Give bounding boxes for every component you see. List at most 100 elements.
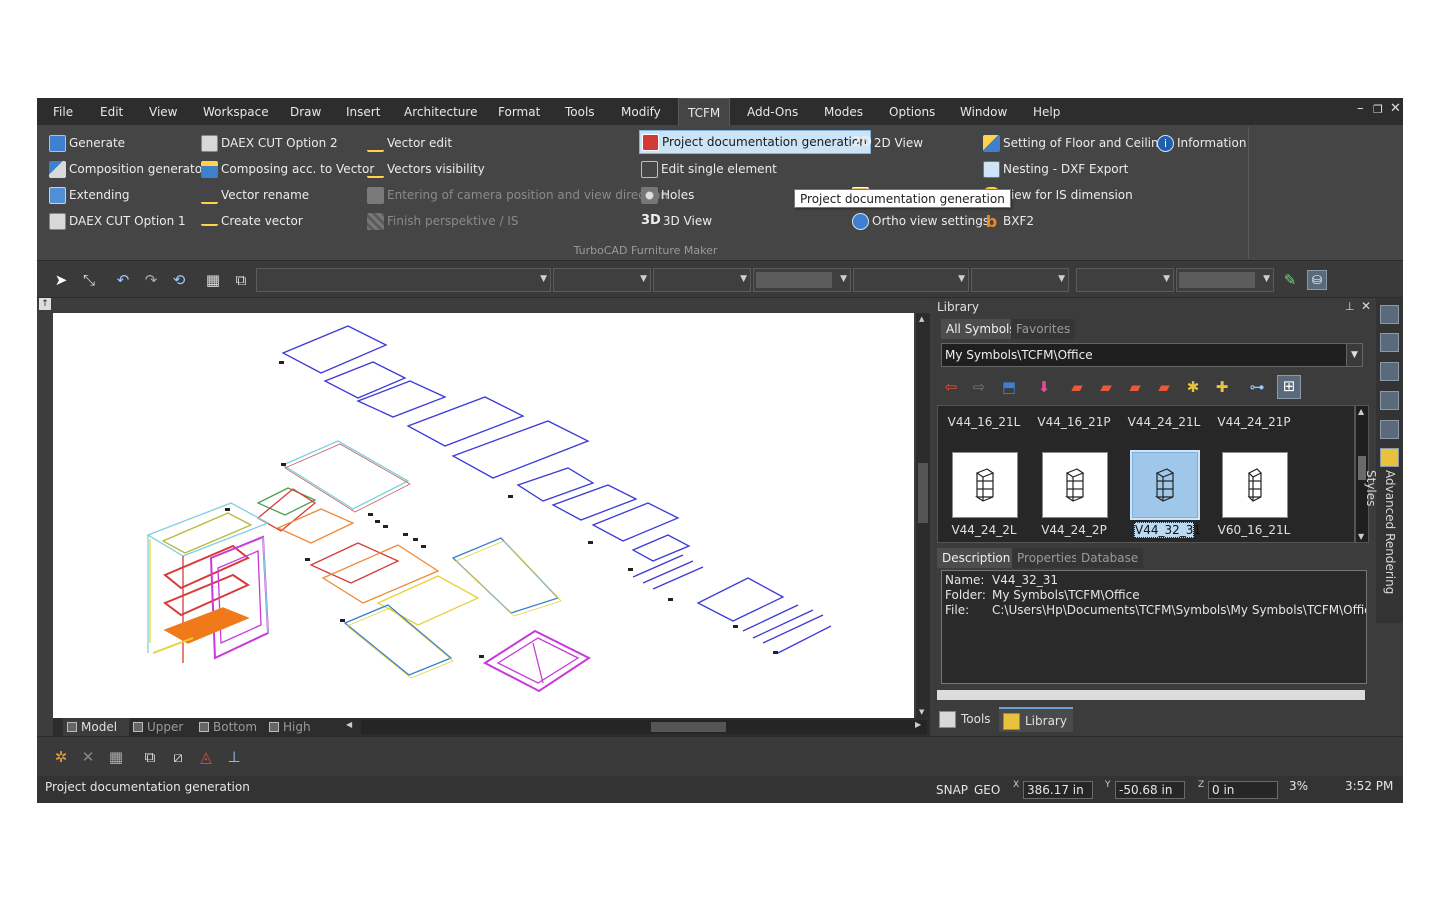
library-folder-select[interactable]: My Symbols\TCFM\Office ▼ [941,343,1363,367]
tab-favorites[interactable]: Favorites [1011,319,1076,339]
menu-modify[interactable]: Modify [619,98,663,125]
tree-view-icon[interactable]: ⊶ [1247,377,1267,397]
daex-cut-option-2-button[interactable]: DAEX CUT Option 2 [201,132,338,154]
menu-add-ons[interactable]: Add-Ons [745,98,800,125]
tab-all-symbols[interactable]: All Symbols [941,319,1021,339]
snap-angle-icon[interactable]: ◬ [196,747,216,767]
menu-format[interactable]: Format [496,98,542,125]
zoom-level[interactable]: 3% [1289,779,1308,793]
daex-cut-option-1-button[interactable]: DAEX CUT Option 1 [49,210,186,232]
snap-toggle[interactable]: SNAP [936,783,968,797]
x-coordinate-field[interactable]: 386.17 in [1023,781,1093,799]
symbol-label-selected[interactable]: V44_32_31 [1134,522,1201,538]
dock-button-5[interactable] [1380,420,1399,439]
tab-upper[interactable]: Upper [129,718,195,736]
composition-generator-button[interactable]: Composition generator [49,158,207,180]
scale-combo[interactable]: ▼ [971,268,1069,292]
menu-edit[interactable]: Edit [98,98,125,125]
icon-view-icon[interactable]: ⊞ [1277,375,1301,399]
scroll-up-icon[interactable]: ▲ [919,315,924,323]
delete-icon[interactable]: ✕ [78,747,98,767]
drawing-canvas[interactable] [53,313,914,718]
menu-options[interactable]: Options [887,98,937,125]
holes-button[interactable]: Holes [641,184,694,206]
menu-view[interactable]: View [147,98,179,125]
rendering-styles-icon[interactable] [1380,448,1399,467]
snap-intersection-icon[interactable]: ⧄ [168,747,188,767]
tab-library[interactable]: Library [999,707,1073,732]
scroll-thumb[interactable] [651,722,726,732]
pen-combo[interactable]: ▼ [653,268,751,292]
dock-button-2[interactable] [1380,333,1399,352]
information-button[interactable]: i Information [1157,132,1246,154]
dock-button-3[interactable] [1380,362,1399,381]
canvas-horizontal-scrollbar[interactable] [361,720,927,734]
symbol-label[interactable]: V44_16_21P [1034,415,1114,429]
back-icon[interactable]: ⇦ [941,377,961,397]
style-combo[interactable]: ▼ [853,268,969,292]
vectors-visibility-button[interactable]: Vectors visibility [367,158,485,180]
finish-perspektive-button[interactable]: Finish perspektive / IS [367,210,518,232]
color-combo[interactable]: ▼ [553,268,651,292]
folder-up-icon[interactable]: ⬒ [999,377,1019,397]
camera-position-button[interactable]: Entering of camera position and view dir… [367,184,668,206]
generate-button[interactable]: Generate [49,132,125,154]
scroll-right-icon[interactable]: ▶ [915,720,921,729]
canvas-vertical-scrollbar[interactable]: ▲ ▼ [916,313,930,718]
symbol-tile-v44-24-2l[interactable] [952,452,1018,518]
2d-view-button[interactable]: 2D 2D View [852,132,923,154]
lasso-icon[interactable]: ⟲ [169,270,189,290]
extending-button[interactable]: Extending [49,184,130,206]
tab-database[interactable]: Database [1076,548,1144,568]
menu-window[interactable]: Window [958,98,1009,125]
restore-icon[interactable]: ❐ [1373,103,1383,116]
table-icon[interactable]: ▦ [203,270,223,290]
minimize-icon[interactable]: – [1357,101,1364,116]
delete-symbol-icon[interactable]: ▰ [1154,377,1174,397]
symbol-label[interactable]: V44_24_2L [944,523,1024,537]
select-edit-icon[interactable]: ⤡ [79,270,99,290]
ruler-origin-icon[interactable]: ↑ [39,298,51,310]
snap-vertex-icon[interactable]: ⧉ [140,747,160,767]
layer-combo[interactable]: ▼ [256,268,551,292]
dock-button-1[interactable] [1380,305,1399,324]
add-symbol-icon[interactable]: ▰ [1096,377,1116,397]
grid-icon[interactable]: ▦ [106,747,126,767]
fill-combo[interactable]: ▼ [1176,268,1274,292]
menu-draw[interactable]: Draw [288,98,323,125]
create-vector-button[interactable]: Create vector [201,210,303,232]
scroll-down-icon[interactable]: ▼ [1358,532,1364,541]
vector-edit-button[interactable]: Vector edit [367,132,452,154]
close-icon[interactable]: ✕ [1361,299,1371,313]
property-icon[interactable]: ⧉ [231,270,251,290]
symbol-tile-v60-16-21l[interactable] [1222,452,1288,518]
floor-ceiling-button[interactable]: Setting of Floor and Ceiling [983,132,1166,154]
menu-file[interactable]: File [51,98,75,125]
tab-tools[interactable]: Tools [935,707,997,732]
scroll-thumb[interactable] [918,463,928,523]
menu-architecture[interactable]: Architecture [402,98,479,125]
bxf2-button[interactable]: b BXF2 [983,210,1034,232]
forward-icon[interactable]: ⇨ [969,377,989,397]
scroll-left-icon[interactable]: ◀ [346,720,352,729]
project-documentation-button[interactable]: Project documentation generation [639,130,871,154]
edit-symbol-icon[interactable]: ▰ [1125,377,1145,397]
new-folder-icon[interactable]: ▰ [1067,377,1087,397]
tab-bottom[interactable]: Bottom [195,718,265,736]
tab-high[interactable]: High [265,718,335,736]
undo-icon[interactable]: ↶ [113,270,133,290]
import-icon[interactable]: ⬇ [1034,377,1054,397]
select-pointer-icon[interactable]: ➤ [51,270,71,290]
advanced-rendering-styles-tab[interactable]: Advanced Rendering Styles [1364,470,1399,620]
vector-rename-button[interactable]: Vector rename [201,184,309,206]
composing-acc-to-vector-button[interactable]: Composing acc. to Vector [201,158,374,180]
menu-workspace[interactable]: Workspace [201,98,271,125]
geo-toggle[interactable]: GEO [974,783,1000,797]
refresh-icon[interactable]: ✱ [1183,377,1203,397]
symbol-label[interactable]: V44_24_21P [1214,415,1294,429]
ortho-view-settings-button[interactable]: Ortho view settings [852,210,989,232]
symbol-label[interactable]: V44_16_21L [944,415,1024,429]
y-coordinate-field[interactable]: -50.68 in [1115,781,1185,799]
favorite-icon[interactable]: ✚ [1212,377,1232,397]
edit-single-element-button[interactable]: Edit single element [641,158,777,180]
